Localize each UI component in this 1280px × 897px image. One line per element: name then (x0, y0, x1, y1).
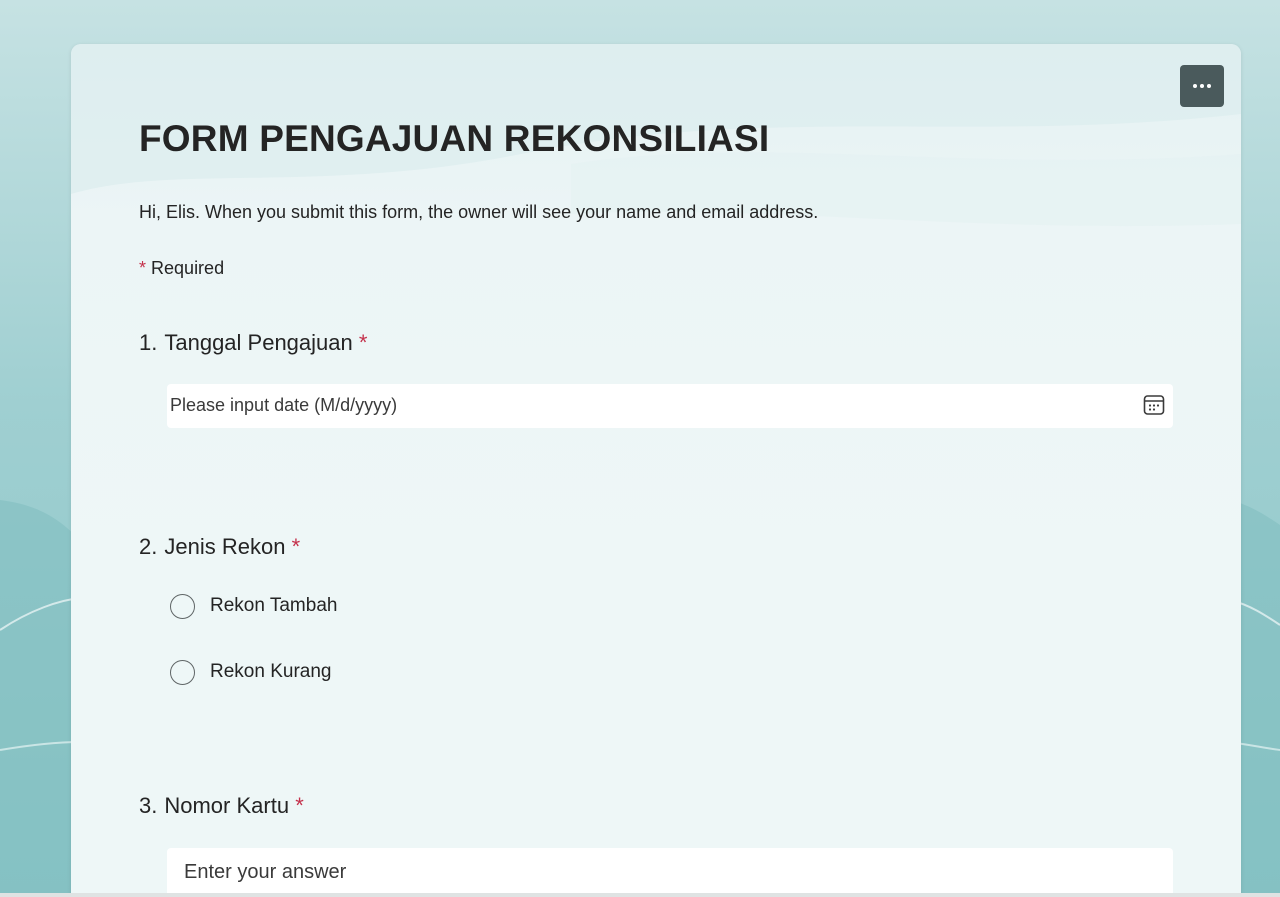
text-answer-placeholder: Enter your answer (184, 861, 347, 883)
question-text: Nomor Kartu (164, 793, 290, 818)
question-1-title: 1. Tanggal Pengajuan * (139, 330, 367, 356)
radio-button[interactable] (170, 659, 195, 685)
date-input-placeholder: Please input date (M/d/yyyy) (170, 395, 398, 415)
required-asterisk: * (139, 258, 147, 278)
question-2-title: 2. Jenis Rekon * (139, 534, 300, 560)
radio-option-rekon-tambah[interactable]: Rekon Tambah (170, 591, 337, 621)
question-number: 3. (139, 793, 158, 818)
question-text: Tanggal Pengajuan (164, 330, 353, 355)
date-input[interactable]: Please input date (M/d/yyyy) (167, 384, 1173, 428)
window-bottom-edge (0, 893, 1280, 897)
form-greeting: Hi, Elis. When you submit this form, the… (139, 202, 819, 222)
radio-option-label: Rekon Kurang (210, 661, 332, 682)
question-3-title: 3. Nomor Kartu * (139, 793, 304, 819)
required-label: Required (151, 258, 225, 278)
radio-button[interactable] (170, 593, 195, 619)
more-horizontal-icon (1193, 84, 1211, 88)
text-answer-input[interactable]: Enter your answer (167, 848, 1173, 897)
required-asterisk: * (291, 534, 301, 559)
question-text: Jenis Rekon (164, 534, 286, 559)
question-number: 2. (139, 534, 158, 559)
question-number: 1. (139, 330, 158, 355)
radio-option-label: Rekon Tambah (210, 595, 338, 616)
calendar-icon[interactable] (1142, 393, 1166, 417)
required-asterisk: * (358, 330, 368, 355)
required-note: * Required (139, 258, 224, 279)
more-options-button[interactable] (1180, 65, 1224, 107)
radio-option-rekon-kurang[interactable]: Rekon Kurang (170, 657, 331, 687)
form-card: FORM PENGAJUAN REKONSILIASI Hi, Elis. Wh… (71, 44, 1241, 897)
form-title: FORM PENGAJUAN REKONSILIASI (139, 118, 770, 159)
required-asterisk: * (295, 793, 304, 818)
